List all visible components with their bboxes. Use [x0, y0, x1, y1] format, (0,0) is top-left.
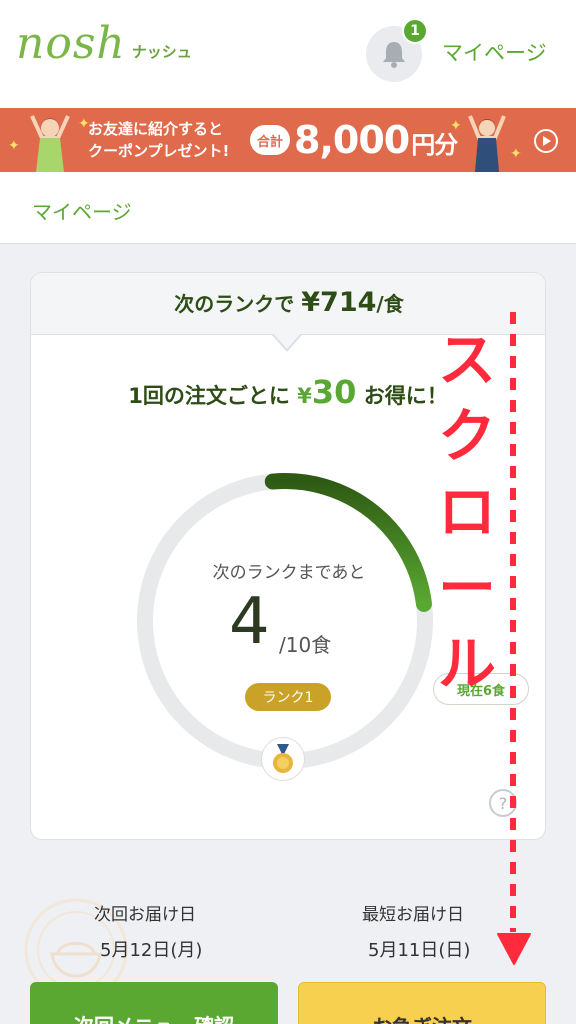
earliest-delivery-date: 5月11日(日) [368, 940, 471, 961]
next-menu-button[interactable]: 次回メニュー確認 [30, 982, 278, 1024]
banner-line2: クーポンプレゼント! [88, 142, 230, 160]
next-delivery-date: 5月12日(月) [100, 940, 203, 961]
play-circle-icon[interactable] [533, 128, 559, 154]
next-rank-prefix: 次のランクで [174, 292, 295, 316]
sparkle-icon: ✦ [450, 118, 462, 134]
notification-count-badge: 1 [402, 18, 428, 44]
earliest-delivery-label: 最短お届け日 [362, 905, 464, 925]
mypage-link[interactable]: マイページ [442, 37, 547, 67]
total-pill: 合計 [250, 125, 290, 155]
banner-amount-unit: 円分 [411, 131, 458, 159]
savings-prefix: 1回の注文ごとに [128, 384, 290, 408]
breadcrumb: マイページ [0, 172, 576, 244]
woman-right-illustration [468, 115, 506, 172]
next-rank-price: ¥714 [301, 287, 377, 318]
sparkle-icon: ✦ [8, 138, 20, 154]
scroll-annotation-text: スクロール [437, 326, 496, 698]
rush-order-button[interactable]: お急ぎ注文 [298, 982, 546, 1024]
progress-arc [264, 473, 432, 612]
bell-icon [383, 42, 405, 68]
breadcrumb-current[interactable]: マイページ [32, 196, 132, 225]
remaining-total: /10食 [279, 633, 332, 657]
banner-line1: お友達に紹介すると [88, 120, 224, 138]
next-rank-suffix: /食 [376, 292, 404, 316]
app-header: nosh ナッシュ 1 マイページ [0, 0, 576, 108]
rank-badge: ランク1 [245, 683, 331, 711]
banner-message: お友達に紹介すると クーポンプレゼント! [88, 118, 229, 162]
next-rank-price-text: 次のランクで ¥714/食 [31, 287, 545, 318]
nosh-logo[interactable]: nosh ナッシュ [16, 22, 192, 66]
scroll-arrow-head-icon [497, 933, 531, 965]
next-delivery-label: 次回お届け日 [94, 905, 196, 925]
scroll-annotation: スクロール [432, 322, 502, 702]
logo-text: nosh [16, 18, 126, 69]
savings-amount: 30 [311, 373, 357, 411]
rank-progress-ring [137, 473, 433, 769]
sparkle-icon: ✦ [510, 146, 522, 162]
savings-yen: ¥ [297, 384, 312, 408]
banner-amount: 8,000円分 [294, 116, 458, 169]
logo-subtext: ナッシュ [131, 43, 192, 61]
header-pointer-fill [273, 333, 301, 349]
banner-amount-value: 8,000 [294, 118, 410, 162]
woman-left-illustration [30, 115, 70, 172]
remaining-count: 4 [229, 585, 270, 659]
referral-banner[interactable]: ✦ ✦ お友達に紹介すると クーポンプレゼント! 合計 8,000円分 ✦ ✦ [0, 108, 576, 172]
medal-icon [261, 737, 305, 781]
scroll-arrow-line [510, 312, 516, 932]
